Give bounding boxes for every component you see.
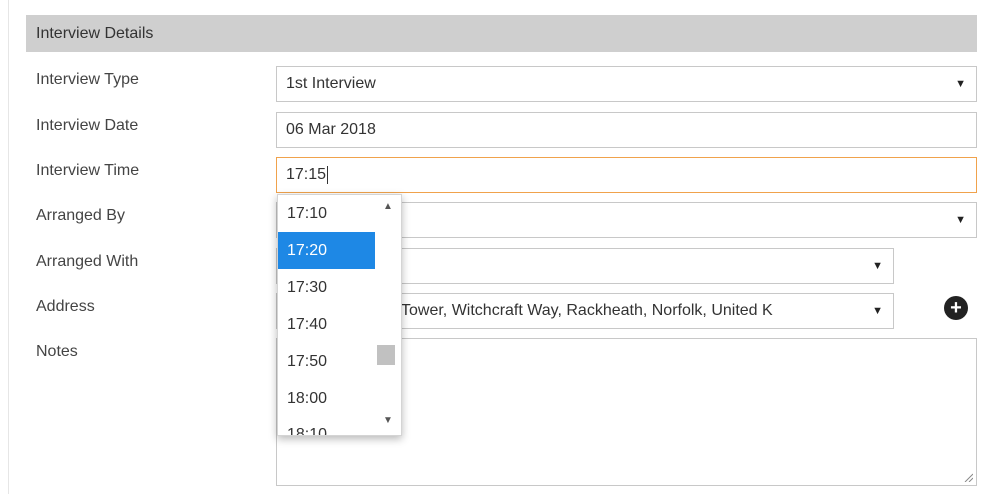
time-option[interactable]: 17:10 (278, 195, 375, 232)
interview-type-select[interactable]: 1st Interview ▼ (276, 66, 977, 102)
caret-down-icon: ▼ (955, 78, 966, 90)
label-notes: Notes (36, 343, 78, 360)
label-arranged-with: Arranged With (36, 253, 139, 270)
interview-date-value: 06 Mar 2018 (286, 121, 376, 138)
label-interview-type: Interview Type (36, 71, 139, 88)
time-option[interactable]: 17:50 (278, 343, 375, 380)
time-options-list: 17:10 17:20 17:30 17:40 17:50 18:00 18:1… (278, 195, 375, 435)
section-header: Interview Details (26, 15, 977, 52)
time-option[interactable]: 18:10 (278, 417, 375, 435)
time-dropdown[interactable]: 17:10 17:20 17:30 17:40 17:50 18:00 18:1… (277, 194, 402, 436)
scroll-down-icon[interactable]: ▼ (375, 411, 401, 431)
time-option[interactable]: 17:30 (278, 269, 375, 306)
label-interview-date: Interview Date (36, 117, 139, 134)
scroll-up-icon[interactable]: ▲ (375, 197, 401, 217)
scroll-thumb[interactable] (377, 345, 395, 365)
dropdown-scrollbar[interactable]: ▲ ▼ (375, 195, 401, 435)
resize-handle-icon[interactable] (963, 472, 973, 482)
caret-down-icon: ▼ (955, 214, 966, 226)
interview-type-value: 1st Interview (286, 75, 376, 92)
label-address: Address (36, 298, 95, 315)
page-edge (8, 0, 9, 494)
address-value: Tower, Witchcraft Way, Rackheath, Norfol… (401, 302, 773, 319)
label-interview-time: Interview Time (36, 162, 140, 179)
caret-down-icon: ▼ (872, 305, 883, 317)
plus-circle-icon: + (950, 297, 962, 319)
add-address-button[interactable]: + (944, 296, 968, 320)
caret-down-icon: ▼ (872, 260, 883, 272)
time-option[interactable]: 18:00 (278, 380, 375, 417)
interview-time-input[interactable]: 17:15 (276, 157, 977, 193)
interview-date-input[interactable]: 06 Mar 2018 (276, 112, 977, 148)
time-option-selected[interactable]: 17:20 (278, 232, 375, 269)
text-cursor (327, 166, 329, 184)
section-title: Interview Details (36, 24, 154, 42)
label-arranged-by: Arranged By (36, 207, 125, 224)
time-option[interactable]: 17:40 (278, 306, 375, 343)
interview-time-value: 17:15 (286, 166, 327, 183)
